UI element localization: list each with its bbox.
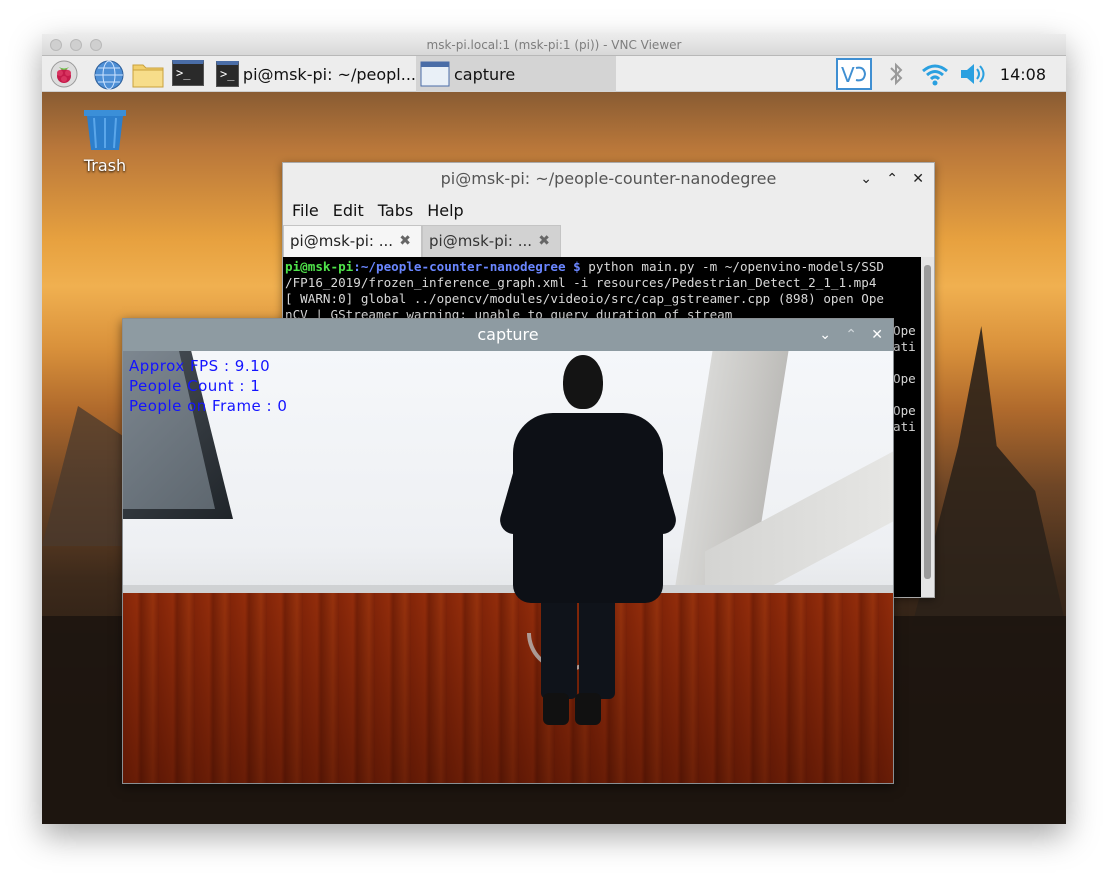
taskbar-task-terminal-label: pi@msk-pi: ~/peopl... — [242, 64, 416, 84]
taskbar-task-capture[interactable]: capture — [416, 56, 616, 92]
person-torso — [513, 413, 663, 603]
trash-icon — [84, 110, 126, 150]
maximize-icon[interactable]: ⌃ — [886, 163, 898, 195]
wood-floor — [123, 593, 893, 783]
vnc-viewer-window: msk-pi.local:1 (msk-pi:1 (pi)) - VNC Vie… — [42, 34, 1066, 824]
person-leg — [579, 589, 615, 699]
people-on-frame-overlay: People on Frame : 0 — [129, 397, 288, 415]
capture-title: capture — [477, 325, 539, 344]
terminal-tab-1-label: pi@msk-pi: ... — [290, 232, 394, 250]
close-icon[interactable]: ✕ — [871, 319, 883, 351]
menu-help[interactable]: Help — [427, 201, 463, 220]
minimize-icon[interactable]: ⌄ — [819, 319, 831, 351]
terminal-menubar: File Edit Tabs Help — [283, 195, 934, 225]
menu-file[interactable]: File — [292, 201, 319, 220]
terminal-launcher-icon[interactable]: >_ — [172, 60, 204, 88]
raspberry-pi-desktop: >_ >_ pi@msk-pi: ~/peopl... capture V 14… — [42, 56, 1066, 824]
terminal-tab-2[interactable]: pi@msk-pi: ... ✖ — [422, 225, 561, 257]
trash-label: Trash — [83, 156, 127, 175]
vnc-title: msk-pi.local:1 (msk-pi:1 (pi)) - VNC Vie… — [426, 38, 682, 52]
vnc-server-icon[interactable]: V — [836, 58, 872, 90]
taskbar-clock[interactable]: 14:08 — [1000, 65, 1046, 84]
video-frame: Approx FPS : 9.10 People Count : 1 Peopl… — [123, 351, 893, 783]
terminal-tab-bar: pi@msk-pi: ... ✖ pi@msk-pi: ... ✖ — [283, 225, 934, 257]
terminal-scrollbar[interactable] — [921, 257, 934, 597]
close-tab-icon[interactable]: ✖ — [399, 226, 411, 256]
terminal-line: [ WARN:0] global ../opencv/modules/video… — [285, 291, 884, 306]
fps-overlay: Approx FPS : 9.10 — [129, 357, 271, 375]
prompt-path: :~/people-counter-nanodegree $ — [353, 259, 581, 274]
person-shoe — [543, 693, 569, 725]
capture-window: capture ⌄ ⌃ ✕ Approx FPS: 9.10 People C… — [122, 318, 894, 784]
trash-desktop-icon[interactable]: Trash — [80, 108, 130, 175]
raspberry-menu-icon[interactable] — [50, 60, 78, 88]
menu-edit[interactable]: Edit — [333, 201, 364, 220]
prompt-user: pi@msk-pi — [285, 259, 354, 274]
close-tab-icon[interactable]: ✖ — [538, 226, 550, 256]
wifi-icon[interactable] — [920, 60, 950, 88]
person-leg — [541, 589, 577, 699]
terminal-titlebar[interactable]: pi@msk-pi: ~/people-counter-nanodegree ⌄… — [283, 163, 934, 195]
scrollbar-thumb[interactable] — [924, 265, 931, 579]
bluetooth-icon[interactable] — [886, 60, 906, 88]
person-head — [563, 355, 603, 409]
svg-text:V: V — [841, 63, 855, 87]
taskbar: >_ >_ pi@msk-pi: ~/peopl... capture V 14… — [42, 56, 1066, 92]
taskbar-task-capture-label: capture — [454, 64, 516, 84]
window-icon — [420, 61, 450, 87]
file-manager-icon[interactable] — [132, 60, 164, 88]
capture-titlebar[interactable]: capture ⌄ ⌃ ✕ — [123, 319, 893, 351]
volume-icon[interactable] — [958, 60, 988, 88]
vnc-titlebar[interactable]: msk-pi.local:1 (msk-pi:1 (pi)) - VNC Vie… — [42, 34, 1066, 56]
temple-silhouette — [912, 326, 1066, 626]
minimize-icon[interactable]: ⌄ — [860, 163, 872, 195]
command-text: python main.py -m ~/openvino-models/SSD — [580, 259, 885, 274]
terminal-icon: >_ — [216, 61, 239, 87]
terminal-line: /FP16_2019/frozen_inference_graph.xml -i… — [285, 275, 877, 290]
people-count-overlay: People Count : 1 — [129, 377, 261, 395]
maximize-icon[interactable]: ⌃ — [845, 319, 857, 351]
close-icon[interactable]: ✕ — [912, 163, 924, 195]
menu-tabs[interactable]: Tabs — [378, 201, 413, 220]
person-shoe — [575, 693, 601, 725]
terminal-tab-2-label: pi@msk-pi: ... — [429, 232, 533, 250]
web-browser-icon[interactable] — [94, 60, 124, 90]
terminal-tab-1[interactable]: pi@msk-pi: ... ✖ — [283, 225, 422, 257]
terminal-title: pi@msk-pi: ~/people-counter-nanodegree — [440, 169, 777, 188]
taskbar-task-terminal[interactable]: >_ pi@msk-pi: ~/peopl... — [212, 56, 416, 92]
